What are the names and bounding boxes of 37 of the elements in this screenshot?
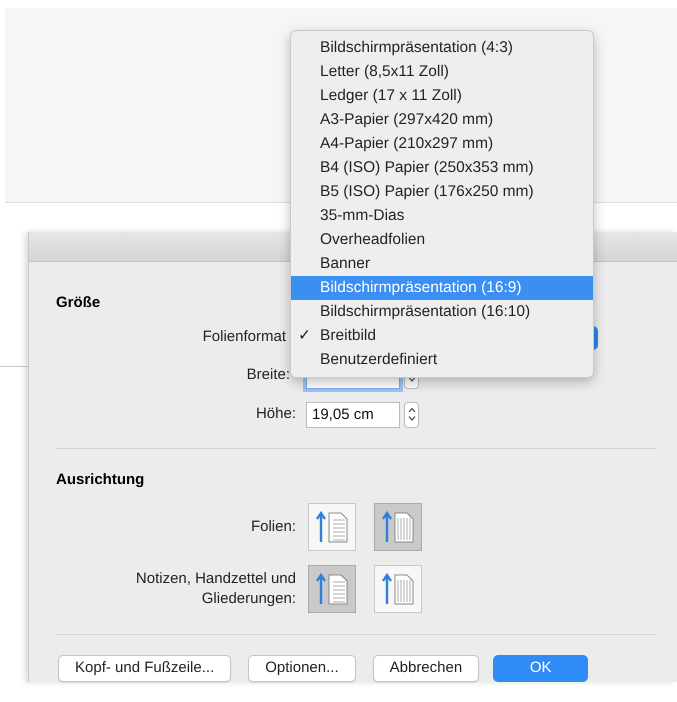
field-label: Höhe: — [254, 404, 296, 424]
chevron-down-icon — [408, 416, 416, 421]
dialog-button[interactable]: Abbrechen — [372, 655, 480, 682]
section-heading: Größe — [56, 293, 100, 313]
field-label: Folienformat — [202, 327, 287, 348]
dialog-button[interactable]: Optionen... — [248, 655, 356, 682]
menu-item[interactable]: Overheadfolien — [291, 228, 593, 252]
menu-item[interactable]: Ledger (17 x 11 Zoll) — [291, 84, 593, 108]
dialog-button[interactable]: Kopf- und Fußzeile... — [58, 655, 232, 682]
section-heading: Ausrichtung — [56, 470, 144, 490]
option-label: Folien: — [250, 517, 296, 537]
menu-item[interactable]: B4 (ISO) Papier (250x353 mm) — [291, 156, 593, 180]
menu-item[interactable]: A3-Papier (297x420 mm) — [291, 108, 593, 132]
orientation-button[interactable] — [308, 565, 356, 613]
menu-item[interactable]: 35-mm-Dias — [291, 204, 593, 228]
menu-item[interactable]: Banner — [291, 252, 593, 276]
page-orientation-icon — [381, 509, 415, 545]
check-mark: ✓ — [298, 327, 311, 344]
page-orientation-icon — [381, 571, 415, 607]
page-orientation-icon — [315, 571, 349, 607]
menu-item[interactable]: A4-Papier (210x297 mm) — [291, 132, 593, 156]
menu-item[interactable]: B5 (ISO) Papier (176x250 mm) — [291, 180, 593, 204]
page-orientation-icon — [315, 509, 349, 545]
field-label: Breite: — [246, 365, 291, 386]
chevron-up-icon — [408, 408, 416, 413]
measure-field[interactable]: 19,05 cm — [306, 402, 400, 428]
menu-item[interactable]: Letter (8,5x11 Zoll) — [291, 60, 593, 84]
chevron-down-icon — [408, 377, 416, 382]
orientation-button[interactable] — [308, 503, 356, 551]
orientation-button[interactable] — [374, 565, 422, 613]
menu-item[interactable]: ✓ Breitbild — [291, 324, 593, 348]
menu-item[interactable]: Benutzerdefiniert — [291, 348, 593, 372]
stepper[interactable] — [404, 402, 419, 428]
orientation-button[interactable] — [374, 503, 422, 551]
menu-item[interactable]: Bildschirmpräsentation (4:3) — [291, 36, 593, 60]
menu-item[interactable]: Bildschirmpräsentation (16:10) — [291, 300, 593, 324]
option-label: Notizen, Handzettel und Gliederungen: — [134, 569, 296, 609]
